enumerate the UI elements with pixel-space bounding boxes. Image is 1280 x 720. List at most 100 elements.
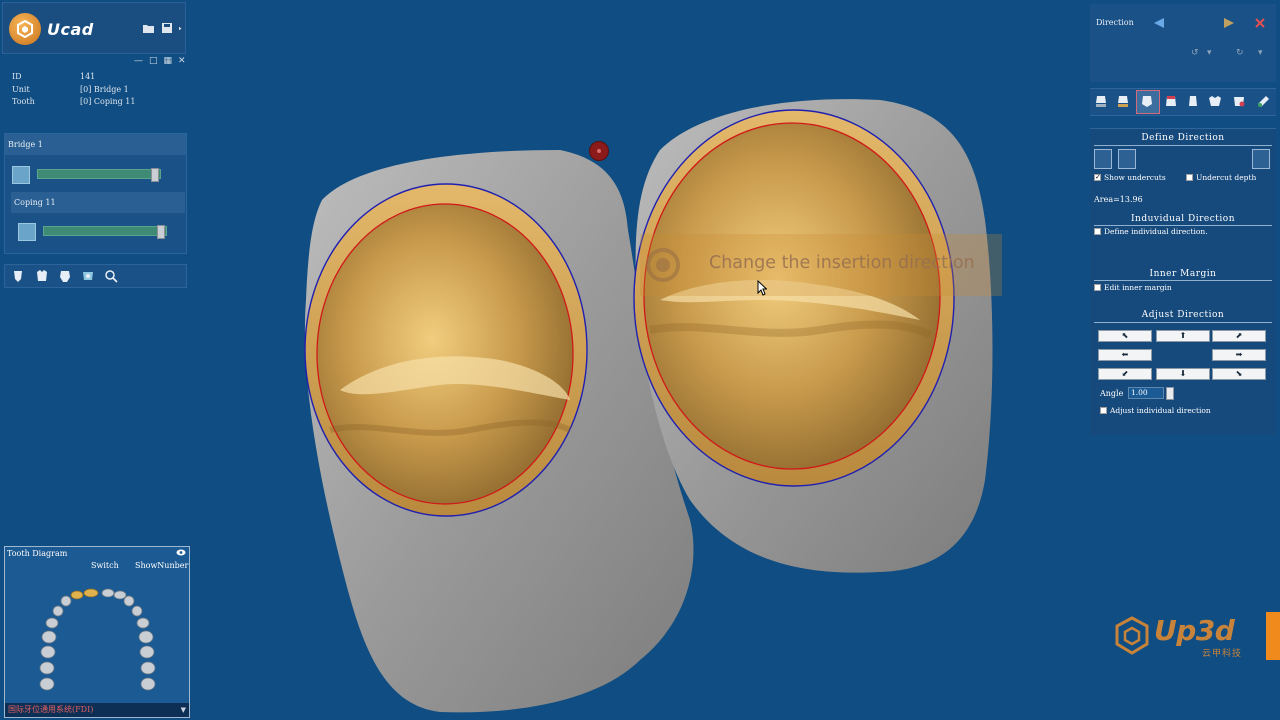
tilt-right-button[interactable]: ➡ <box>1212 349 1266 361</box>
info-row-id: ID 141 <box>12 72 136 85</box>
section-divider <box>1094 225 1272 226</box>
tilt-down-right-button[interactable]: ⬊ <box>1212 368 1266 380</box>
arrow-up-left-icon: ⬉ <box>1121 331 1129 340</box>
checkbox-unchecked[interactable] <box>1186 174 1193 181</box>
switch-button[interactable]: Switch <box>91 561 119 570</box>
arrow-right-icon: ➡ <box>1235 350 1243 359</box>
adjust-individual-direction-label: Adjust individual direction <box>1110 406 1211 415</box>
open-folder-icon[interactable] <box>143 23 155 34</box>
define-direction-title: Define Direction <box>1141 133 1225 143</box>
save-icon[interactable] <box>161 23 173 34</box>
insertion-direction-marker[interactable] <box>589 141 609 161</box>
print-icon[interactable]: ▦ <box>164 56 173 66</box>
tooltip-message: Change the insertion direction <box>709 253 975 273</box>
tooth-numbering-system-select[interactable]: 国际牙位通用系统(FDI) ▼ <box>5 703 189 717</box>
coping-slider-handle[interactable] <box>157 225 165 239</box>
tilt-up-left-button[interactable]: ⬉ <box>1098 330 1152 342</box>
ucad-logo <box>9 13 41 45</box>
app-header: Ucad <box>2 2 186 54</box>
workflow-nav: Direction ↺ ▾ ↻ ▾ <box>1090 4 1276 82</box>
view-from-top-icon[interactable] <box>1094 149 1112 169</box>
section-divider <box>1094 322 1272 323</box>
show-undercuts-label: Show undercuts <box>1104 173 1166 182</box>
redo-icon[interactable]: ↻ <box>1236 48 1244 58</box>
section-divider <box>1094 280 1272 281</box>
bridge-slider-handle[interactable] <box>151 168 159 182</box>
eye-icon[interactable] <box>176 549 186 556</box>
reset-direction-icon[interactable] <box>1252 149 1270 169</box>
expand-arrow-icon[interactable] <box>179 23 185 34</box>
tilt-up-button[interactable]: ⬆ <box>1156 330 1210 342</box>
edit-inner-margin-checkbox[interactable]: Edit inner margin <box>1094 283 1172 292</box>
angle-input[interactable]: 1.00 <box>1128 387 1164 399</box>
undo-icon[interactable]: ↺ <box>1191 48 1199 58</box>
crown-view-icon[interactable] <box>35 269 49 283</box>
watermark-subtitle: 云甲科技 <box>1202 649 1243 659</box>
close-icon[interactable] <box>1253 16 1267 30</box>
inner-margin-title: Inner Margin <box>1149 269 1217 279</box>
coping-opacity-slider[interactable] <box>43 226 167 236</box>
die-step-icon[interactable] <box>1164 94 1178 109</box>
tilt-down-left-button[interactable]: ⬋ <box>1098 368 1152 380</box>
coping-header[interactable]: Coping 11 <box>11 192 185 213</box>
bridge-opacity-slider[interactable] <box>37 169 161 179</box>
up3d-logo-icon <box>1115 616 1149 655</box>
tooth-diagram-panel: Tooth Diagram Switch ShowNunber 国际牙位通用系统… <box>4 546 190 718</box>
next-arrow-icon[interactable] <box>1222 16 1236 30</box>
bridge-tooth-icon[interactable] <box>12 166 30 184</box>
case-info: ID 141 Unit [0] Bridge 1 Tooth [0] Copin… <box>12 72 136 110</box>
checkbox-unchecked[interactable] <box>1094 228 1101 235</box>
spinner-center <box>656 258 670 272</box>
search-icon[interactable] <box>104 269 118 283</box>
tilt-up-right-button[interactable]: ⬈ <box>1212 330 1266 342</box>
info-row-tooth: Tooth [0] Coping 11 <box>12 97 136 110</box>
die-view-icon[interactable] <box>81 269 95 283</box>
set-direction-icon[interactable] <box>1118 149 1136 169</box>
info-key: Unit <box>12 84 30 94</box>
direction-step-icon[interactable] <box>1140 94 1154 109</box>
finish-step-icon[interactable] <box>1256 94 1270 109</box>
info-value: [0] Bridge 1 <box>80 84 129 94</box>
restore-icon[interactable]: □ <box>149 56 158 66</box>
crown-step-icon[interactable] <box>1208 94 1222 109</box>
bridge-header[interactable]: Bridge 1 <box>5 134 186 155</box>
tilt-left-button[interactable]: ⬅ <box>1098 349 1152 361</box>
arrow-up-icon: ⬆ <box>1179 331 1187 340</box>
left-panel: Ucad — □ ▦ ✕ ID 141 Unit [0] Bridge 1 To… <box>0 0 190 720</box>
chevron-down-icon[interactable]: ▼ <box>181 703 186 717</box>
show-undercuts-checkbox[interactable]: ✓ Show undercuts <box>1094 173 1166 182</box>
tooth-view-icon[interactable] <box>11 269 25 283</box>
undercut-depth-checkbox[interactable]: Undercut depth <box>1186 173 1256 182</box>
cement-step-icon[interactable] <box>1186 94 1200 109</box>
show-number-button[interactable]: ShowNunber <box>135 561 188 570</box>
checkbox-unchecked[interactable] <box>1094 284 1101 291</box>
angle-stepper[interactable] <box>1166 387 1174 400</box>
tilt-down-button[interactable]: ⬇ <box>1156 368 1210 380</box>
area-readout: Area=13.96 <box>1094 195 1143 204</box>
side-tab[interactable] <box>1266 612 1280 660</box>
margin-step-icon[interactable] <box>1116 94 1130 109</box>
minimize-icon[interactable]: — <box>134 56 143 66</box>
back-arrow-icon[interactable] <box>1152 16 1166 30</box>
mouse-cursor-icon <box>757 280 767 296</box>
brand-watermark: Up3d 云甲科技 <box>1112 612 1252 662</box>
left-die[interactable] <box>304 150 694 713</box>
direction-settings: Define Direction ✓ Show undercuts Underc… <box>1090 128 1276 435</box>
dental-arch-chart[interactable] <box>35 583 165 693</box>
checkbox-checked[interactable]: ✓ <box>1094 174 1101 181</box>
arrow-up-right-icon: ⬈ <box>1235 331 1243 340</box>
coping-tooth-icon[interactable] <box>18 223 36 241</box>
adjust-step-icon[interactable] <box>1232 94 1246 109</box>
tooth-diagram-title: Tooth Diagram <box>7 549 68 558</box>
model-step-icon[interactable] <box>1094 94 1108 109</box>
coping-view-icon[interactable] <box>58 269 72 283</box>
close-icon[interactable]: ✕ <box>178 56 186 66</box>
right-die[interactable] <box>633 99 993 573</box>
adjust-individual-direction-checkbox[interactable]: Adjust individual direction <box>1100 406 1211 415</box>
define-individual-direction-label: Define individual direction. <box>1104 227 1208 236</box>
checkbox-unchecked[interactable] <box>1100 407 1107 414</box>
undo-dropdown-icon[interactable]: ▾ <box>1207 48 1212 58</box>
redo-dropdown-icon[interactable]: ▾ <box>1258 48 1263 58</box>
define-individual-direction-checkbox[interactable]: Define individual direction. <box>1094 227 1208 236</box>
info-key: ID <box>12 72 22 81</box>
